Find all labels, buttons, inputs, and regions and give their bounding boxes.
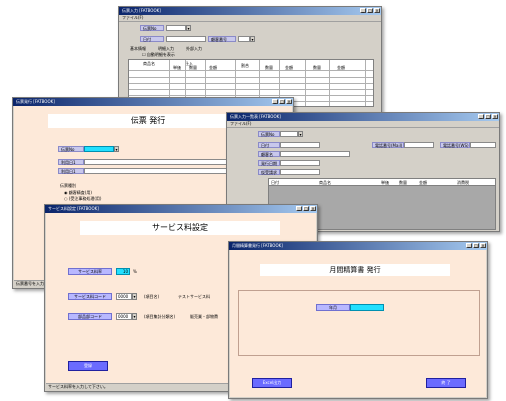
- minimize-icon[interactable]: _: [296, 206, 302, 211]
- month-label: 年月: [316, 304, 350, 311]
- excel-export-button[interactable]: Excel出力: [252, 378, 292, 388]
- tel2-label: 電話番号(WS): [440, 142, 470, 148]
- slip-no-select[interactable]: [280, 131, 298, 137]
- dept-code-select[interactable]: 0000: [116, 313, 132, 320]
- register-button[interactable]: 登録: [68, 361, 108, 371]
- slip-issue-heading: 伝票 発行: [48, 114, 248, 128]
- maximize-icon[interactable]: □: [367, 8, 373, 13]
- slip-list-titlebar: 伝票入力一覧表 [FATBOOK] _ □ ×: [227, 113, 499, 121]
- use-date-1-field[interactable]: [84, 159, 244, 165]
- grid-header: 商品名: [319, 180, 331, 185]
- grid-header: 消費税: [457, 180, 469, 185]
- code-name-label: (項目名): [144, 294, 160, 299]
- close-icon[interactable]: ×: [492, 114, 498, 119]
- grid-header: 割合: [241, 63, 249, 68]
- maximize-icon[interactable]: □: [473, 243, 479, 248]
- slip-no-label: 伝票No: [58, 146, 84, 152]
- service-rate-field[interactable]: 10: [116, 268, 130, 275]
- customer-dropdown-icon[interactable]: ▾: [250, 36, 255, 42]
- slip-no-label: 伝票No: [258, 131, 280, 137]
- customer-select[interactable]: [238, 36, 250, 42]
- date-label: 日付: [140, 36, 164, 42]
- dept-code-dropdown-icon[interactable]: ▾: [132, 313, 137, 320]
- grid-header: 日付: [271, 180, 279, 185]
- slip-no-dropdown-icon[interactable]: ▾: [298, 131, 303, 137]
- slip-no-field[interactable]: [84, 146, 114, 152]
- month-frame: [238, 290, 480, 356]
- slip-no-dropdown-icon[interactable]: ▾: [186, 25, 191, 31]
- minimize-icon[interactable]: _: [466, 243, 472, 248]
- close-icon[interactable]: ×: [374, 8, 380, 13]
- grid-header: 金額: [419, 180, 427, 185]
- code-name-value: テストサービス料: [178, 294, 210, 299]
- slip-no-label: 伝票No: [140, 25, 164, 31]
- menu-file[interactable]: ファイル(F): [119, 15, 381, 22]
- minimize-icon[interactable]: _: [478, 114, 484, 119]
- monthly-statement-titlebar: 月間精算書発行 [FATBOOK] _ □ ×: [229, 242, 487, 250]
- window-title: 伝票入力一覧表 [FATBOOK]: [230, 114, 281, 119]
- grid-header: 商品名: [143, 61, 155, 66]
- date-label: 日付: [258, 142, 280, 148]
- monthly-statement-heading: 月間精算書 発行: [260, 264, 450, 276]
- slip-type-group-label: 伝票種別: [60, 183, 76, 188]
- close-icon[interactable]: ×: [310, 206, 316, 211]
- slip-no-select[interactable]: [166, 25, 186, 31]
- monthly-statement-window: 月間精算書発行 [FATBOOK] _ □ × 月間精算書 発行 年月 Excel出…: [228, 241, 488, 399]
- window-title: 伝票発行 [FATBOOK]: [16, 99, 55, 104]
- window-title: 伝票入力 [FATBOOK]: [122, 8, 161, 13]
- customer-name-label: 顧客名: [258, 151, 280, 157]
- service-rate-label: サービス料率: [68, 268, 112, 275]
- window-title: 月間精算書発行 [FATBOOK]: [232, 243, 283, 248]
- slip-no-dropdown-icon[interactable]: ▾: [114, 146, 119, 152]
- minimize-icon[interactable]: _: [272, 99, 278, 104]
- maximize-icon[interactable]: □: [485, 114, 491, 119]
- window-title: サービス料設定 [FATBOOK]: [48, 206, 99, 211]
- dept-code-label: 部品部コード: [68, 313, 112, 320]
- auto-detail-checkbox[interactable]: ☐ 自動明細を表示: [142, 52, 175, 58]
- tel1-label: 電話番号(Mail): [372, 142, 404, 148]
- tel1-field[interactable]: [404, 142, 434, 148]
- grid-header: 数量: [399, 180, 407, 185]
- date-field[interactable]: [166, 36, 206, 42]
- rate-unit: %: [133, 269, 137, 274]
- service-code-label: サービス料コード: [68, 293, 112, 300]
- close-icon[interactable]: ×: [480, 243, 486, 248]
- use-date-2-field[interactable]: [84, 168, 244, 174]
- service-code-dropdown-icon[interactable]: ▾: [132, 293, 137, 300]
- issue-date-field[interactable]: [280, 160, 320, 166]
- service-fee-titlebar: サービス料設定 [FATBOOK] _ □ ×: [45, 205, 317, 213]
- slip-issue-titlebar: 伝票発行 [FATBOOK] _ □ ×: [13, 98, 293, 106]
- maximize-icon[interactable]: □: [279, 99, 285, 104]
- service-code-select[interactable]: 0000: [116, 293, 132, 300]
- dept-name-value: 販売業・部物費: [190, 314, 218, 319]
- grid-header: 単価: [381, 180, 389, 185]
- slip-entry-titlebar: 伝票入力 [FATBOOK] _ □ ×: [119, 7, 381, 15]
- billing-label: 仮受請求: [258, 169, 280, 175]
- use-date-1-label: 利用日1: [58, 159, 84, 165]
- customer-label: 顧客番号: [208, 36, 236, 42]
- month-field[interactable]: [350, 304, 384, 311]
- dept-name-label: (項目集計分類名): [144, 314, 176, 319]
- maximize-icon[interactable]: □: [303, 206, 309, 211]
- use-date-2-label: 利用日1: [58, 168, 84, 174]
- tab-external[interactable]: 外部入力: [186, 46, 202, 52]
- date-field[interactable]: [280, 142, 320, 148]
- billing-field[interactable]: [280, 169, 320, 175]
- customer-name-field[interactable]: [280, 151, 350, 157]
- radio-order[interactable]: ○ (受注事務処理(用): [64, 196, 101, 202]
- close-button[interactable]: 終 了: [426, 378, 466, 388]
- issue-date-label: 発行日期: [258, 160, 280, 166]
- tel2-field[interactable]: [470, 142, 496, 148]
- menu-file[interactable]: ファイル(F): [227, 121, 499, 128]
- service-fee-heading: サービス料設定: [80, 221, 280, 235]
- minimize-icon[interactable]: _: [360, 8, 366, 13]
- close-icon[interactable]: ×: [286, 99, 292, 104]
